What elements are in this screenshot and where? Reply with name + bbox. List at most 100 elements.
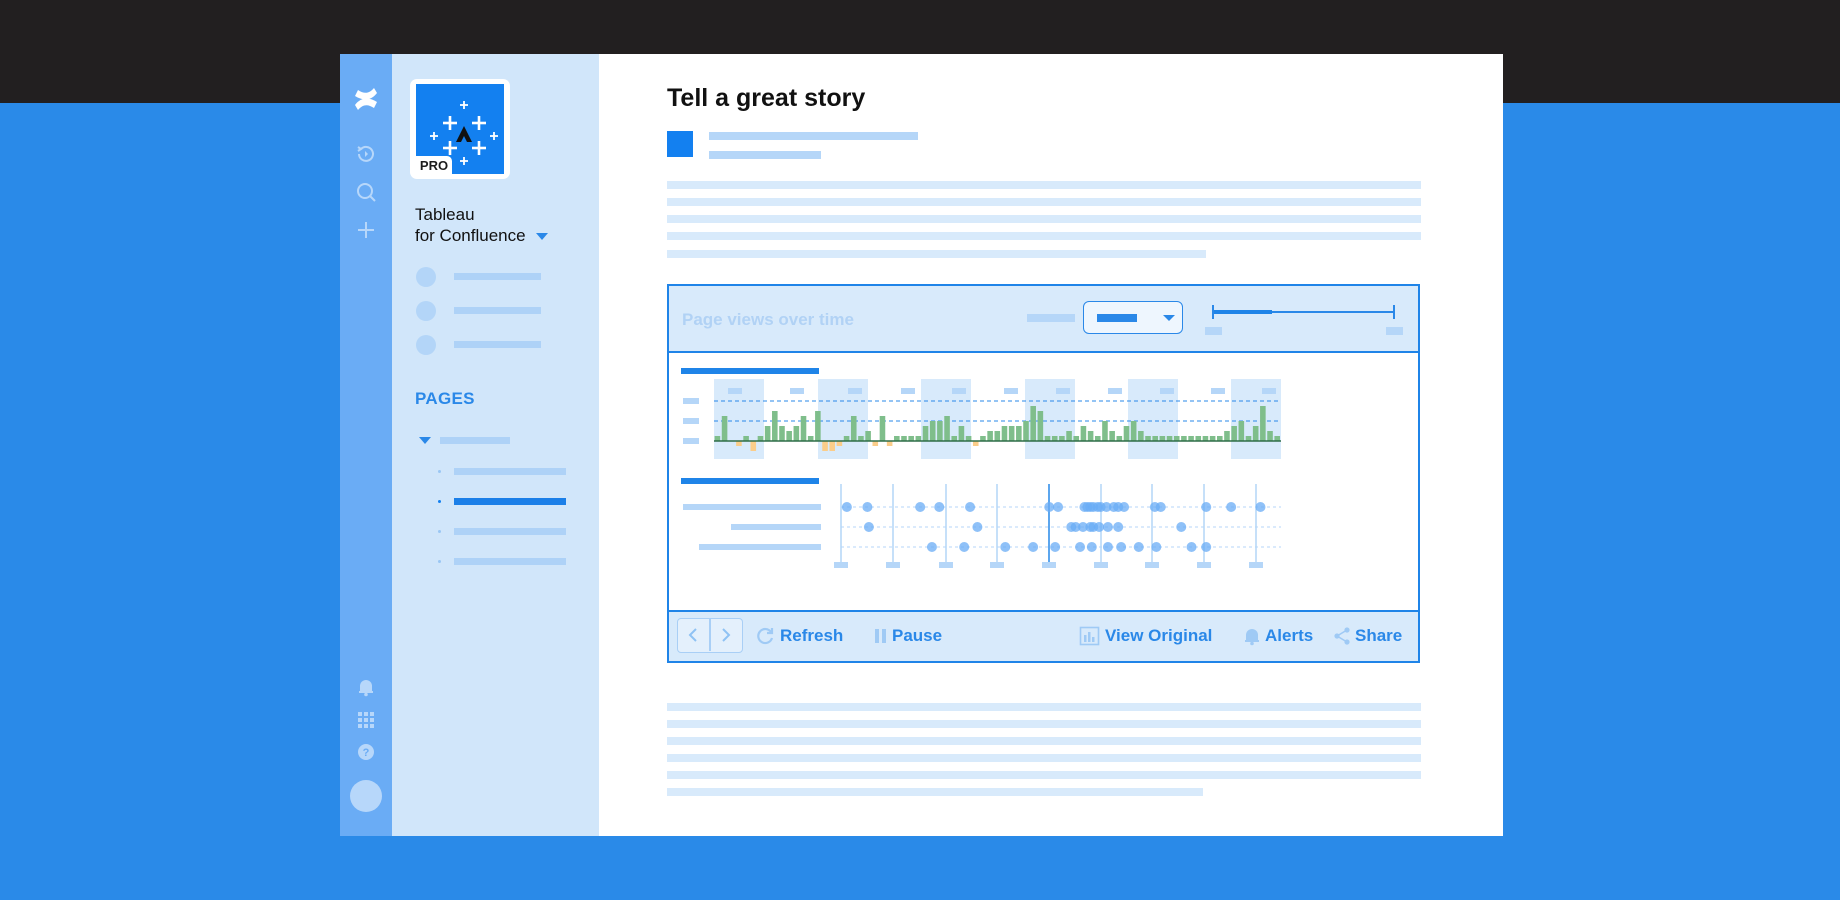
chart1-bar <box>1008 426 1015 441</box>
view-original-button[interactable]: View Original <box>1079 612 1212 659</box>
chart1-bar <box>800 416 807 441</box>
chart2-column-label <box>1042 562 1056 568</box>
filter-dropdown[interactable] <box>1083 301 1183 334</box>
chart1-bar <box>793 426 800 441</box>
chart1-column-label <box>952 388 966 394</box>
space-name-line2: for Confluence <box>415 226 526 245</box>
chart1-title-placeholder <box>681 368 819 374</box>
chart1-bar <box>779 426 785 441</box>
back-button[interactable] <box>686 627 700 648</box>
view-original-label: View Original <box>1105 625 1213 645</box>
author-name-placeholder <box>709 132 918 140</box>
space-name-line1: Tableau <box>415 205 475 224</box>
chart1-bar-negative <box>829 441 836 451</box>
chart2-point <box>1201 502 1212 512</box>
pages-heading: PAGES <box>415 389 475 408</box>
slider-max-label <box>1386 327 1403 335</box>
chart1-bar-negative <box>750 441 757 451</box>
chart2-row-label <box>731 524 821 530</box>
chart2-point <box>1102 522 1113 532</box>
chart2-point <box>1075 542 1086 552</box>
chart2-point <box>862 502 873 512</box>
chart1-bar <box>1016 426 1022 441</box>
chart1-axis-tick <box>683 398 699 404</box>
chart2-point <box>841 502 852 512</box>
refresh-label: Refresh <box>780 625 844 645</box>
chart2-point <box>1086 542 1097 552</box>
search-icon[interactable] <box>352 178 380 206</box>
confluence-window: ? PRO Tableau for Confluence PAGES Tell … <box>340 54 1503 836</box>
slider-end-handle[interactable] <box>1393 305 1395 319</box>
share-label: Share <box>1355 625 1403 645</box>
chart2-point <box>926 542 937 552</box>
chevron-down-icon[interactable] <box>535 233 548 241</box>
chart2-title-placeholder <box>681 478 819 484</box>
chart1-bar <box>1138 431 1144 441</box>
chart1-bar <box>1080 426 1087 441</box>
chart1-bar <box>944 416 950 441</box>
recent-icon[interactable] <box>352 140 380 168</box>
chart1-bar <box>1087 431 1094 441</box>
app-switcher-icon[interactable] <box>352 706 380 734</box>
chart1-bar <box>721 416 728 441</box>
chart2-column-label <box>1094 562 1108 568</box>
slider-start-handle[interactable] <box>1212 305 1214 319</box>
viz-charts <box>681 368 1281 568</box>
chart1-axis-tick <box>683 438 699 444</box>
chart2-point <box>1116 542 1127 552</box>
create-icon[interactable] <box>352 216 380 244</box>
chart2-point <box>1028 542 1039 552</box>
chart1-axis-tick <box>683 418 699 424</box>
alerts-button[interactable]: Alerts <box>1243 612 1313 659</box>
chart2-point <box>965 502 976 512</box>
chart2-point <box>1176 522 1187 532</box>
refresh-icon <box>757 627 774 644</box>
chart2-point <box>972 522 983 532</box>
chart1-bar <box>1224 431 1230 441</box>
chart1-bar <box>1001 426 1008 441</box>
caret-down-icon[interactable] <box>419 437 431 444</box>
chart2-point <box>1102 542 1113 552</box>
author-avatar <box>667 131 693 157</box>
chart1-bar <box>1267 431 1273 441</box>
viz-header: Page views over time <box>669 286 1418 353</box>
refresh-button[interactable]: Refresh <box>754 612 843 659</box>
notifications-icon[interactable] <box>352 673 380 701</box>
viz-toolbar: Refresh Pause View Original Alerts Share <box>669 610 1418 661</box>
confluence-logo-icon[interactable] <box>352 85 380 113</box>
chart1-bar-negative <box>822 441 828 451</box>
chart1-bar <box>1130 421 1137 441</box>
chart2-point <box>934 502 945 512</box>
chart2-point <box>1133 542 1144 552</box>
chart2-point <box>1226 502 1237 512</box>
chart1-bar <box>1231 426 1237 441</box>
chart1-column-label <box>790 388 804 394</box>
chart1-bar <box>850 416 857 441</box>
alerts-label: Alerts <box>1265 625 1314 645</box>
chart2-column-label <box>886 562 900 568</box>
pro-badge: PRO <box>416 156 452 174</box>
chart2-point <box>1186 542 1197 552</box>
pause-button[interactable]: Pause <box>874 612 942 659</box>
chart1-bar <box>1023 421 1029 441</box>
chart1-bar <box>994 431 1001 441</box>
tableau-logo-icon: PRO <box>416 84 504 174</box>
chart2-point <box>1094 522 1105 532</box>
bell-icon <box>1245 628 1259 645</box>
chart2-column-label <box>939 562 953 568</box>
chart1-bar <box>958 426 965 441</box>
forward-button[interactable] <box>719 627 733 648</box>
space-sidebar: PRO Tableau for Confluence PAGES <box>392 54 599 836</box>
space-name[interactable]: Tableau for Confluence <box>415 204 548 246</box>
avatar[interactable] <box>350 780 382 812</box>
pause-icon <box>875 628 886 643</box>
chart1-bar <box>1066 431 1072 441</box>
share-button[interactable]: Share <box>1333 612 1402 659</box>
chart2-column-label <box>1145 562 1159 568</box>
help-icon[interactable]: ? <box>352 738 380 766</box>
chart1-bar <box>1102 421 1108 441</box>
app-logo: PRO <box>410 79 510 179</box>
chart1-column-label <box>1211 388 1225 394</box>
filter-value-placeholder <box>1097 314 1137 322</box>
chart1-bar <box>1123 426 1130 441</box>
